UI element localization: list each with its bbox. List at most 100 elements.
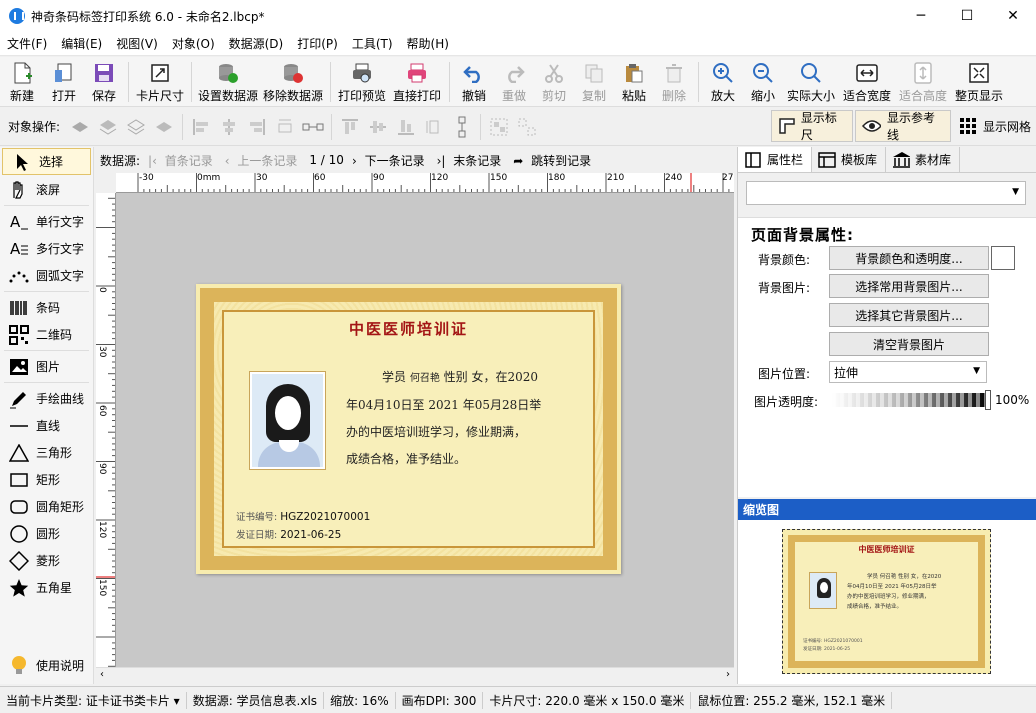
menu-object[interactable]: 对象(O)	[165, 35, 222, 52]
certificate-number[interactable]: 证书编号: HGZ2021070001	[236, 509, 370, 523]
horizontal-ruler[interactable]: -30 0mm 30 60 90 120 150 180 210 240 270	[116, 173, 734, 193]
ungroup-icon[interactable]	[516, 116, 538, 138]
layer-up-icon[interactable]	[125, 116, 147, 138]
menu-view[interactable]: 视图(V)	[109, 35, 165, 52]
distribute-h-icon[interactable]	[274, 116, 296, 138]
cut-button[interactable]: 剪切	[534, 57, 574, 107]
maximize-button[interactable]: ☐	[944, 0, 990, 32]
tab-properties[interactable]: 属性栏	[738, 147, 813, 172]
menu-file[interactable]: 文件(F)	[0, 35, 54, 52]
align-left-icon[interactable]	[190, 116, 212, 138]
help-button[interactable]: 使用说明	[0, 652, 94, 679]
bg-clear-image-button[interactable]: 清空背景图片	[829, 332, 989, 356]
group-icon[interactable]	[488, 116, 510, 138]
tool-star[interactable]: 五角星	[0, 574, 93, 601]
show-guides-toggle[interactable]: 显示参考线	[855, 110, 951, 142]
tab-templates[interactable]: 模板库	[812, 147, 887, 172]
menu-edit[interactable]: 编辑(E)	[54, 35, 109, 52]
prev-record-button[interactable]: ‹ 上一条记录	[225, 152, 302, 169]
fit-height-button[interactable]: 适合高度	[895, 57, 951, 107]
certificate-card[interactable]: 中医医师培训证 学员 何召艳 性别 女，在2020 年04月10日至 2021 …	[196, 284, 621, 574]
show-ruler-toggle[interactable]: 显示标尺	[771, 110, 853, 142]
direct-print-button[interactable]: 直接打印	[389, 57, 445, 107]
tool-single-text[interactable]: A 单行文字	[0, 208, 93, 235]
tool-rect[interactable]: 矩形	[0, 466, 93, 493]
send-back-icon[interactable]	[97, 116, 119, 138]
certificate-body-text[interactable]: 学员 何召艳 性别 女，在2020 年04月10日至 2021 年05月28日举…	[346, 364, 591, 473]
image-opacity-slider[interactable]	[832, 393, 988, 407]
zoom-out-button[interactable]: 缩小	[743, 57, 783, 107]
distribute-vertical-icon[interactable]	[451, 116, 473, 138]
tool-image[interactable]: 图片	[0, 353, 93, 380]
tool-diamond[interactable]: 菱形	[0, 547, 93, 574]
bg-common-image-button[interactable]: 选择常用背景图片...	[829, 274, 989, 298]
next-record-button[interactable]: › 下一条记录	[352, 152, 429, 169]
print-preview-button[interactable]: 打印预览	[335, 57, 389, 107]
tab-assets[interactable]: 素材库	[886, 147, 961, 172]
bg-color-button[interactable]: 背景颜色和透明度...	[829, 246, 989, 270]
save-button[interactable]: 保存	[84, 57, 124, 107]
status-card-type[interactable]: 当前卡片类型: 证卡证书类卡片 ▾	[0, 691, 187, 709]
menu-tools[interactable]: 工具(T)	[345, 35, 400, 52]
tool-barcode[interactable]: 条码	[0, 294, 93, 321]
last-record-button[interactable]: ›| 末条记录	[437, 152, 506, 169]
tool-arc-text[interactable]: 圆弧文字	[0, 262, 93, 289]
show-grid-toggle[interactable]: 显示网格	[955, 110, 1035, 142]
tool-triangle[interactable]: 三角形	[0, 439, 93, 466]
object-selector-combo[interactable]: ▼	[746, 181, 1026, 205]
tool-circle[interactable]: 圆形	[0, 520, 93, 547]
image-position-select[interactable]: 拉伸 ▼	[829, 361, 987, 383]
actual-size-button[interactable]: 实际大小	[783, 57, 839, 107]
certificate-title[interactable]: 中医医师培训证	[196, 318, 621, 339]
menu-help[interactable]: 帮助(H)	[400, 35, 456, 52]
layer-down-icon[interactable]	[153, 116, 175, 138]
zoom-in-button[interactable]: 放大	[703, 57, 743, 107]
design-canvas[interactable]: 中医医师培训证 学员 何召艳 性别 女，在2020 年04月10日至 2021 …	[116, 193, 734, 667]
bg-other-image-button[interactable]: 选择其它背景图片...	[829, 303, 989, 327]
student-photo[interactable]	[250, 372, 325, 469]
align-center-icon[interactable]	[218, 116, 240, 138]
minimize-button[interactable]: ─	[898, 0, 944, 32]
vertical-ruler[interactable]: 0 30 60 90 120 150	[96, 193, 116, 667]
opacity-slider-thumb[interactable]	[985, 390, 991, 410]
tool-scroll[interactable]: 滚屏	[0, 176, 93, 203]
close-button[interactable]: ✕	[990, 0, 1036, 32]
fit-width-button[interactable]: 适合宽度	[839, 57, 895, 107]
toolbar-separator	[182, 113, 184, 140]
new-button[interactable]: 新建	[0, 57, 44, 107]
undo-button[interactable]: 撤销	[454, 57, 494, 107]
tool-multi-text[interactable]: A 多行文字	[0, 235, 93, 262]
open-button[interactable]: 打开	[44, 57, 84, 107]
tool-select[interactable]: 选择	[2, 148, 91, 175]
align-middle-icon[interactable]	[367, 116, 389, 138]
jump-record-button[interactable]: ➦ 跳转到记录	[513, 152, 595, 169]
card-size-button[interactable]: 卡片尺寸	[133, 57, 187, 107]
hand-icon	[8, 180, 30, 200]
card-thumbnail[interactable]: 中医医师培训证 学员 何召艳 性别 女，在2020 年04月10日至 2021 …	[782, 529, 991, 674]
delete-button[interactable]: 删除	[654, 57, 694, 107]
scroll-left-icon[interactable]: ‹	[100, 669, 104, 680]
copy-button[interactable]: 复制	[574, 57, 614, 107]
remove-datasource-button[interactable]: 移除数据源	[260, 57, 326, 107]
align-bottom-icon[interactable]	[395, 116, 417, 138]
tool-qrcode[interactable]: 二维码	[0, 321, 93, 348]
menu-print[interactable]: 打印(P)	[290, 35, 345, 52]
set-datasource-button[interactable]: 设置数据源	[196, 57, 260, 107]
tool-round-rect[interactable]: 圆角矩形	[0, 493, 93, 520]
distribute-v-icon[interactable]	[423, 116, 445, 138]
horizontal-scrollbar[interactable]: ‹ ›	[96, 667, 734, 684]
redo-button[interactable]: 重做	[494, 57, 534, 107]
tool-line[interactable]: 直线	[0, 412, 93, 439]
bring-front-icon[interactable]	[69, 116, 91, 138]
full-page-button[interactable]: 整页显示	[951, 57, 1007, 107]
distribute-icon[interactable]	[302, 116, 324, 138]
align-top-icon[interactable]	[339, 116, 361, 138]
tool-freehand[interactable]: 手绘曲线	[0, 385, 93, 412]
issue-date[interactable]: 发证日期: 2021-06-25	[236, 527, 341, 541]
first-record-button[interactable]: |‹ 首条记录	[148, 152, 217, 169]
align-right-icon[interactable]	[246, 116, 268, 138]
bg-color-swatch[interactable]	[991, 246, 1015, 270]
paste-button[interactable]: 粘贴	[614, 57, 654, 107]
menu-datasource[interactable]: 数据源(D)	[222, 35, 291, 52]
scroll-right-icon[interactable]: ›	[726, 669, 730, 680]
